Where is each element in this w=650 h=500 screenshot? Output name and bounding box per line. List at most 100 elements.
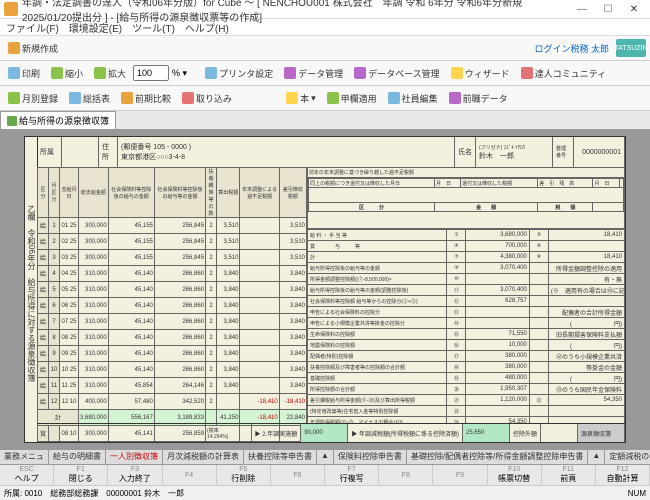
ledger-sheet: 乙欄 令和06年分 給与所得に対する源泉徴収簿 所属 住所 (郵便番号 105 … [24,136,626,443]
bottom-tab[interactable]: 定額減税の為の申告書 [605,450,650,464]
menu-file[interactable]: ファイル(F) [6,20,59,35]
calc-row[interactable]: 給与所得控除後の給与等の金額(調整控除後)⑪3,070,400(※ 適用有の場合… [308,285,625,296]
calc-row[interactable]: 賞 与 等④700,000⑥ [308,241,625,252]
ledger-row[interactable]: 給1111 25310,00045,854264,14623,8403,840 [38,378,307,394]
doc-tabs: 給与所得の源泉徴収簿 [0,111,650,130]
fkey-F5[interactable]: F5行削除 [217,465,271,485]
db-mgmt-button[interactable]: データベース管理 [350,65,444,82]
check-icon [327,92,339,104]
fkey-F4[interactable]: F4 [163,465,217,485]
dept-label: 所属 [37,137,62,167]
menu-env[interactable]: 環境設定(E) [69,20,122,35]
calc-row[interactable]: 配偶者(特別)控除額⑰380,000⑫のうち小規模企業共済 [308,351,625,362]
monthly-reg-button[interactable]: 月別登録 [4,90,62,107]
bottom-tab[interactable]: ▲ [317,450,334,464]
new-icon [8,42,20,54]
import-button[interactable]: 取り込み [178,90,236,107]
fkey-F9[interactable]: F9 [433,465,487,485]
menubar: ファイル(F) 環境設定(E) ツール(T) ヘルプ(H) [0,19,650,36]
community-button[interactable]: 達人コミュニティ [517,65,610,82]
calc-row[interactable]: 計⑦4,380,000⑧18,410 [308,252,625,263]
calc-row[interactable]: (特定増改築等)住宅借入金等特別控除額㉓ [308,406,625,417]
fkey-ESC[interactable]: ESCヘルプ [0,465,54,485]
calc-row[interactable]: 申告による社会保険料の控除分⑬配偶者の合計所得金額 [308,307,625,318]
footer-v1: 90,000 [301,424,348,442]
ledger-row[interactable]: 給707 25310,00045,140266,86023,8403,840 [38,314,307,330]
emp-edit-button[interactable]: 社員編集 [384,90,442,107]
hon-button[interactable]: 本▾ [282,90,320,107]
fkey-F7[interactable]: F7行複写 [325,465,379,485]
db-icon [354,67,366,79]
calc-row[interactable]: 生命保険料の控除額⑮71,550旧長期損害保険料支払額 [308,329,625,340]
bottom-tab[interactable]: 月次減税額の計算表 [163,450,244,464]
calc-row[interactable]: 申告による小規模企業共済等掛金の控除分⑭( 円) [308,318,625,329]
bottom-tab[interactable]: 保険料控除申告書 [334,450,407,464]
print-icon [8,67,20,79]
address-block: (郵便番号 105 - 0000 ) 東京都港区○○○3-4-8 [118,137,455,167]
wizard-button[interactable]: ウィザード [447,65,514,82]
ledger-row[interactable]: 給202 25300,00045,155256,84523,5103,510 [38,234,307,250]
calc-row[interactable]: 地震保険料の控除額⑯10,000( 円) [308,340,625,351]
ledger-row[interactable]: 給404 25310,00045,140266,86023,8403,840 [38,266,307,282]
ledger-row[interactable]: 給1212 10400,00057,480342,5202-18,410-18,… [38,394,307,410]
menu-help[interactable]: ヘルプ(H) [185,20,229,35]
ledger-row[interactable]: 給606 25310,00045,140266,86023,8403,840 [38,298,307,314]
prev-year-box: 前年の年末調整に基づき繰り越した過不足税額 同上の税額につき還付又は徴収した月日… [307,167,625,230]
fkey-F6[interactable]: F6 [271,465,325,485]
calc-row[interactable]: 給与所得控除後の給与等の金額⑨3,070,400所得金額調整控除の適用 [308,263,625,274]
login-user[interactable]: ログイン税務 太郎 [534,42,609,55]
prev-compare-button[interactable]: 前期比較 [117,90,175,107]
prev-data-button[interactable]: 前職データ [445,90,512,107]
footer-v2: 25,650 [463,424,510,442]
zoom-input[interactable] [133,65,169,81]
zoomout-button[interactable]: 縮小 [47,65,87,82]
summary-button[interactable]: 総括表 [65,90,114,107]
function-keys: ESCヘルプF1閉じるF3入力終了F4F5行削除F6F7行複写F8F9F10帳票… [0,464,650,485]
bottom-tab[interactable]: 給与の明細書 [49,450,106,464]
bottom-tab[interactable]: 扶養控除等申告書 [244,450,317,464]
status-dept: 所属: 0010 総務部総務課 [4,488,98,499]
calc-row[interactable]: 所得控除額の合計額⑳1,950,307⑬のうち国民年金保険料 [308,384,625,395]
ledger-table[interactable]: 区分月区分 支給月日総支給金額 社会保険料等控除後の給与の金額社会保険料等控除後… [37,167,307,443]
fkey-F8[interactable]: F8 [379,465,433,485]
doc-icon [7,116,17,126]
ledger-row[interactable]: 給101 25300,00045,155256,84523,5103,510 [38,218,307,234]
ledger-row[interactable]: 給303 25300,00045,155256,84523,5103,510 [38,250,307,266]
kouran-button[interactable]: 甲欄適用 [323,90,381,107]
bottom-tab[interactable]: 基礎控除/配偶者控除等/所得金額調整控除申告書 [407,450,588,464]
fkey-F11[interactable]: F11前頁 [542,465,596,485]
tab-gensen[interactable]: 給与所得の源泉徴収簿 [0,111,116,129]
new-button[interactable]: 新規作成 [4,40,62,57]
toolbar-3: 月別登録 総括表 前期比較 取り込み 本▾ 甲欄適用 社員編集 前職データ [0,86,650,111]
fkey-F12[interactable]: F12自動計算 [596,465,650,485]
ledger-row[interactable]: 給505 25310,00045,140266,86023,8403,840 [38,282,307,298]
ledger-row[interactable]: 給808 25310,00045,140266,86023,8403,840 [38,330,307,346]
bottom-tab[interactable]: 一人別徴収簿 [106,450,163,464]
zoomout-icon [51,67,63,79]
minimize-button[interactable]: — [570,2,594,16]
data-mgmt-button[interactable]: データ管理 [280,65,347,82]
calc-row[interactable]: 扶養控除額及び障害者等の控除額の合計額⑱380,000等掛金の金額 [308,362,625,373]
zoomin-button[interactable]: 拡大 [90,65,130,82]
ledger-row[interactable]: 給1010 25310,00045,140266,86023,8403,840 [38,362,307,378]
menu-tool[interactable]: ツール(T) [132,20,175,35]
bottom-tab[interactable]: ▲ [588,450,605,464]
printer-settings-button[interactable]: プリンタ設定 [201,65,277,82]
maximize-button[interactable]: ☐ [596,2,620,16]
calc-row[interactable]: 基礎控除額⑲480,000( 円) [308,373,625,384]
calc-row[interactable]: 給 料 ・ 手 当 等①3,680,000③18,410 [308,230,625,241]
ext-button[interactable]: 源泉徴収簿 [578,424,625,442]
ledger-row[interactable]: 給909 25310,00045,140266,86023,8403,840 [38,346,307,362]
close-button[interactable]: ✕ [622,2,646,16]
fkey-F1[interactable]: F1閉じる [54,465,108,485]
print-button[interactable]: 印刷 [4,65,44,82]
calc-row[interactable]: 社会保険料等控除額 給与等からの控除分(②+⑤)⑫628,757 [308,296,625,307]
calc-row[interactable]: 差引課税給与所得金額(⑪-⑳)及び算出所得税額㉑1,120,000㉒54,350 [308,395,625,406]
calc-table[interactable]: 給 料 ・ 手 当 等①3,680,000③18,410賞 与 等④700,00… [307,229,625,424]
ledger-table-wrap: 区分月区分 支給月日総支給金額 社会保険料等控除後の給与の金額社会保険料等控除後… [37,167,308,424]
folder-icon [449,92,461,104]
fkey-F10[interactable]: F10帳票切替 [488,465,542,485]
calc-row[interactable]: 所得金額調整控除額((⑦-8,500,000)×⑩有・無 [308,274,625,285]
fkey-F3[interactable]: F3入力終了 [108,465,162,485]
bottom-tab[interactable]: 業務メニュ [0,450,49,464]
